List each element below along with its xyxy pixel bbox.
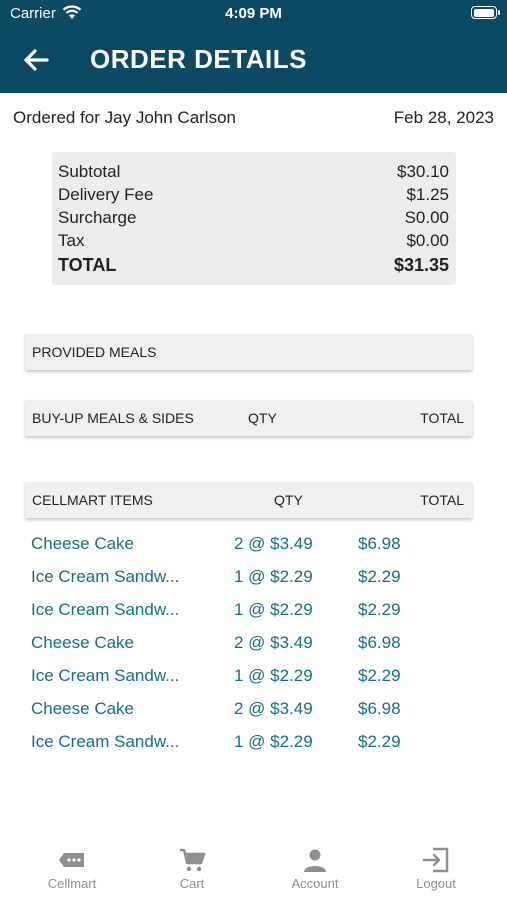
cart-icon: [180, 848, 206, 872]
back-arrow-icon[interactable]: [20, 44, 52, 76]
section-qty-header: QTY: [248, 410, 277, 426]
summary-value: $1.25: [406, 185, 449, 204]
tab-bar: Cellmart Cart Account Logout: [0, 836, 507, 900]
item-name: Cheese Cake: [31, 534, 135, 553]
buyup-meals-section[interactable]: BUY-UP MEALS & SIDES QTY TOTAL: [25, 400, 472, 436]
item-name: Ice Cream Sandw...: [31, 732, 180, 751]
item-total: $6.98: [358, 534, 401, 553]
item-qty: 2 @ $3.49: [234, 534, 313, 553]
summary-label: Surcharge: [58, 208, 137, 227]
summary-row: Surcharge S0.00: [58, 206, 449, 229]
tab-label: Logout: [416, 876, 456, 891]
battery-icon: [471, 6, 500, 19]
section-label: BUY-UP MEALS & SIDES: [32, 410, 194, 426]
summary-label: Tax: [58, 231, 85, 250]
summary-row: Subtotal $30.10: [58, 160, 449, 183]
tab-label: Cellmart: [47, 876, 97, 891]
item-total: $2.29: [358, 666, 401, 685]
tab-cart[interactable]: Cart: [142, 846, 242, 891]
tab-label: Account: [291, 876, 339, 891]
tab-cellmart[interactable]: Cellmart: [22, 846, 122, 891]
item-name: Ice Cream Sandw...: [31, 666, 180, 685]
provided-meals-section[interactable]: PROVIDED MEALS: [25, 334, 472, 370]
item-qty: 1 @ $2.29: [234, 600, 313, 619]
order-date: Feb 28, 2023: [393, 108, 494, 127]
item-name: Cheese Cake: [31, 633, 135, 652]
item-name: Ice Cream Sandw...: [31, 567, 180, 586]
app-header: Carrier 4:09 PM ORDER DETAILS: [0, 0, 507, 93]
tab-account[interactable]: Account: [265, 846, 365, 891]
status-time: 4:09 PM: [225, 5, 282, 22]
summary-value: $30.10: [397, 162, 449, 181]
summary-value: S0.00: [404, 208, 449, 227]
tab-label: Cart: [179, 876, 205, 891]
logout-icon: [422, 847, 449, 873]
page-title: ORDER DETAILS: [90, 44, 307, 74]
section-qty-header: QTY: [274, 492, 303, 508]
cellmart-item-list: Cheese Cake 2 @ $3.49 $6.98 Ice Cream Sa…: [31, 528, 471, 759]
summary-label: Subtotal: [58, 162, 121, 181]
summary-row: Delivery Fee $1.25: [58, 183, 449, 206]
item-qty: 1 @ $2.29: [234, 666, 313, 685]
section-total-header: TOTAL: [420, 410, 464, 426]
item-qty: 1 @ $2.29: [234, 732, 313, 751]
item-total: $2.29: [358, 600, 401, 619]
total-value: $31.35: [393, 255, 449, 275]
list-item[interactable]: Ice Cream Sandw... 1 @ $2.29 $2.29: [31, 594, 471, 627]
list-item[interactable]: Ice Cream Sandw... 1 @ $2.29 $2.29: [31, 660, 471, 693]
list-item[interactable]: Cheese Cake 2 @ $3.49 $6.98: [31, 627, 471, 660]
cellmart-items-section[interactable]: CELLMART ITEMS QTY TOTAL: [25, 482, 472, 518]
list-item[interactable]: Ice Cream Sandw... 1 @ $2.29 $2.29: [31, 726, 471, 759]
summary-label: Delivery Fee: [58, 185, 154, 204]
item-qty: 2 @ $3.49: [234, 633, 313, 652]
item-total: $2.29: [358, 732, 401, 751]
list-item[interactable]: Cheese Cake 2 @ $3.49 $6.98: [31, 528, 471, 561]
account-icon: [304, 849, 326, 872]
summary-total-row: TOTAL $31.35: [58, 254, 449, 277]
list-item[interactable]: Ice Cream Sandw... 1 @ $2.29 $2.29: [31, 561, 471, 594]
item-total: $6.98: [358, 699, 401, 718]
total-label: TOTAL: [58, 255, 117, 275]
status-bar: Carrier 4:09 PM: [0, 0, 507, 28]
summary-value: $0.00: [406, 231, 449, 250]
order-info: Ordered for Jay John Carlson Feb 28, 202…: [13, 108, 494, 128]
order-summary: Subtotal $30.10 Delivery Fee $1.25 Surch…: [52, 152, 456, 285]
cellmart-ticket-icon: [59, 853, 84, 867]
item-total: $6.98: [358, 633, 401, 652]
item-qty: 2 @ $3.49: [234, 699, 313, 718]
section-label: CELLMART ITEMS: [32, 492, 153, 508]
item-name: Cheese Cake: [31, 699, 135, 718]
section-total-header: TOTAL: [420, 492, 464, 508]
item-total: $2.29: [358, 567, 401, 586]
ordered-for-label: Ordered for Jay John Carlson: [13, 108, 236, 127]
section-label: PROVIDED MEALS: [32, 344, 157, 360]
tab-logout[interactable]: Logout: [386, 846, 486, 891]
item-qty: 1 @ $2.29: [234, 567, 313, 586]
list-item[interactable]: Cheese Cake 2 @ $3.49 $6.98: [31, 693, 471, 726]
item-name: Ice Cream Sandw...: [31, 600, 180, 619]
summary-row: Tax $0.00: [58, 229, 449, 252]
